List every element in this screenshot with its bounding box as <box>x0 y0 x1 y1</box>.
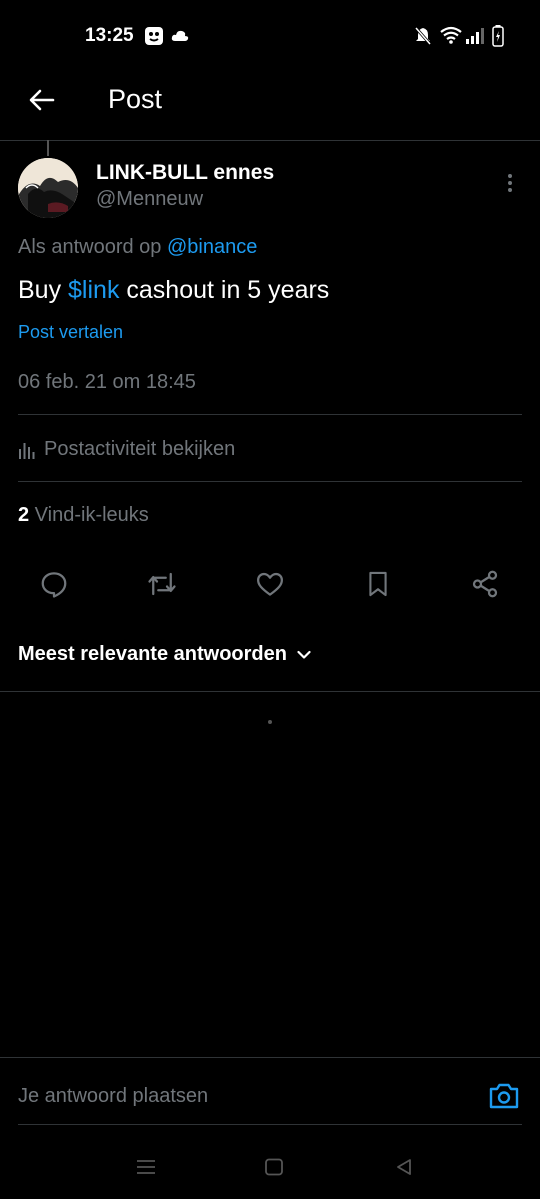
back-button[interactable] <box>22 80 62 120</box>
heart-icon <box>257 572 283 596</box>
repost-button[interactable] <box>144 566 180 602</box>
more-vertical-icon <box>508 174 512 192</box>
analytics-icon <box>19 442 35 459</box>
like-button[interactable] <box>252 566 288 602</box>
likes-count-link[interactable]: 2 Vind-ik-leuks <box>18 504 149 527</box>
divider <box>18 481 522 482</box>
divider <box>18 414 522 415</box>
battery-icon <box>492 25 504 52</box>
repost-icon <box>148 572 176 596</box>
post-text-before: Buy <box>18 276 69 304</box>
post-text-after: cashout in 5 years <box>119 276 330 304</box>
cashtag-link[interactable]: $link <box>68 276 119 304</box>
translate-post-link[interactable]: Post vertalen <box>18 322 123 343</box>
square-icon <box>265 1158 283 1176</box>
chevron-down-icon <box>297 650 311 659</box>
post-activity-label: Postactiviteit bekijken <box>44 438 236 460</box>
wifi-icon <box>440 26 462 49</box>
nav-back-button[interactable] <box>389 1152 419 1182</box>
bookmark-icon <box>369 571 387 597</box>
composer-bottom-divider <box>18 1124 522 1125</box>
reply-button[interactable] <box>36 566 72 602</box>
more-options-button[interactable] <box>498 168 522 198</box>
camera-icon <box>489 1083 519 1109</box>
page-title: Post <box>108 84 163 114</box>
avatar[interactable] <box>18 158 78 218</box>
replies-divider <box>0 691 540 692</box>
reply-context: Als antwoord op @binance <box>18 236 257 259</box>
post-activity-button[interactable]: Postactiviteit bekijken <box>18 438 235 461</box>
reply-mention-link[interactable]: @binance <box>167 236 257 258</box>
share-button[interactable] <box>467 566 503 602</box>
replies-sort-dropdown[interactable]: Meest relevante antwoorden <box>18 643 311 666</box>
user-handle[interactable]: @Menneuw <box>96 188 203 211</box>
likes-count: 2 <box>18 504 30 526</box>
likes-label: Vind-ik-leuks <box>29 504 149 526</box>
composer-top-divider <box>0 1057 540 1058</box>
recent-apps-button[interactable] <box>131 1152 161 1182</box>
thread-line <box>47 140 49 156</box>
signal-icon <box>466 28 486 49</box>
post-text: Buy $link cashout in 5 years <box>18 276 329 305</box>
bookmark-button[interactable] <box>360 566 396 602</box>
mute-bell-icon <box>414 26 432 51</box>
comment-icon <box>41 572 67 598</box>
camera-button[interactable] <box>486 1078 522 1114</box>
arrow-left-icon <box>29 89 55 111</box>
post-timestamp[interactable]: 06 feb. 21 om 18:45 <box>18 371 196 394</box>
status-time: 13:25 <box>85 25 134 46</box>
loading-indicator <box>268 720 272 724</box>
share-icon <box>472 570 498 598</box>
reply-input[interactable]: Je antwoord plaatsen <box>18 1085 208 1108</box>
app-notification-icon <box>144 26 164 51</box>
triangle-back-icon <box>397 1159 411 1175</box>
replies-sort-label: Meest relevante antwoorden <box>18 643 287 665</box>
header-divider <box>0 140 540 141</box>
cloud-icon <box>171 29 189 48</box>
reply-prefix: Als antwoord op <box>18 236 167 258</box>
display-name[interactable]: LINK-BULL ennes <box>96 161 274 185</box>
menu-lines-icon <box>137 1160 155 1174</box>
home-button[interactable] <box>259 1152 289 1182</box>
